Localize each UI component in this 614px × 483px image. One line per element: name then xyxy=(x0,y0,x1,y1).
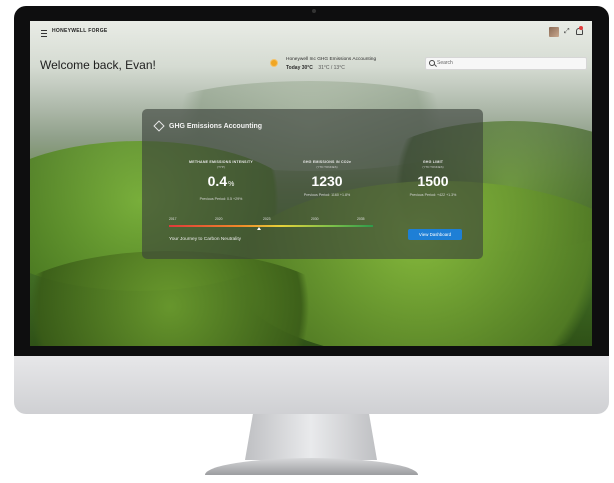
metric-suffix: % xyxy=(228,181,235,188)
metric-ghg-limit: GHG LIMIT (YTD TONNES) 1500 Previous Per… xyxy=(378,160,488,197)
metric-value: 1500 xyxy=(417,173,449,189)
weather-today: Today 30°C 31°C / 13°C xyxy=(286,65,345,71)
sun-icon xyxy=(269,58,279,68)
metric-value: 0.4% xyxy=(166,173,276,193)
metric-label: METHANE EMISSIONS INTENSITY xyxy=(189,160,253,164)
notification-badge xyxy=(579,26,583,30)
metric-previous: Previous Period: +422 +1.3% xyxy=(409,193,457,197)
monitor-stand-neck xyxy=(245,414,377,460)
monitor-stand-base xyxy=(205,458,418,475)
avatar[interactable] xyxy=(549,27,559,37)
expand-icon[interactable]: ⤢ xyxy=(564,28,570,36)
metric-number: 0.4 xyxy=(207,173,228,189)
ghg-card: GHG Emissions Accounting METHANE EMISSIO… xyxy=(142,109,483,259)
metric-previous: Previous Period: 0.5 +29% xyxy=(199,197,243,201)
metric-methane-intensity: METHANE EMISSIONS INTENSITY (TYP) 0.4% P… xyxy=(166,160,276,201)
metric-unit: (TYP) xyxy=(217,165,225,169)
metric-unit: (YTD TONNES) xyxy=(422,165,444,169)
today-temperature: 30°C xyxy=(301,65,313,71)
timeline-years: 2017 2020 2023 2030 2035 xyxy=(169,217,373,222)
webcam xyxy=(312,9,316,13)
screen: HONEYWELL FORGE ⤢ Welcome back, Evan! Ho… xyxy=(30,21,592,346)
top-bar: HONEYWELL FORGE ⤢ xyxy=(30,21,592,43)
metric-label: GHG EMISSIONS IN CO2e xyxy=(302,160,352,164)
metric-ghg-emissions: GHG EMISSIONS IN CO2e (YTD TONNES) 1230 … xyxy=(272,160,382,197)
brand-logo: HONEYWELL FORGE xyxy=(52,28,108,34)
search-icon xyxy=(429,60,435,66)
search-input[interactable]: Search xyxy=(425,57,587,70)
search-placeholder: Search xyxy=(437,60,453,66)
timeline-year: 2017 xyxy=(169,217,177,221)
timeline-year: 2035 xyxy=(357,217,365,221)
today-label: Today xyxy=(286,65,301,71)
timeline-current-marker xyxy=(257,227,261,230)
timeline-year: 2030 xyxy=(311,217,319,221)
timeline-year: 2023 xyxy=(263,217,271,221)
temperature-range: 31°C / 13°C xyxy=(318,65,345,71)
hamburger-menu-icon[interactable] xyxy=(41,30,47,37)
timeline-year: 2020 xyxy=(215,217,223,221)
metric-unit: (YTD TONNES) xyxy=(316,165,338,169)
card-title: GHG Emissions Accounting xyxy=(169,123,263,130)
metric-previous: Previous Period: 1160 +1.8% xyxy=(303,193,351,197)
view-dashboard-button[interactable]: View Dashboard xyxy=(408,229,462,240)
metric-label: GHG LIMIT xyxy=(422,160,444,164)
welcome-heading: Welcome back, Evan! xyxy=(40,58,156,72)
neutrality-timeline: 2017 2020 2023 2030 2035 xyxy=(169,217,373,230)
timeline-gradient-bar xyxy=(169,225,373,227)
emissions-icon xyxy=(154,121,164,131)
weather-title: Honeywell Inc GHG Emissions Accounting xyxy=(286,57,377,62)
monitor-chin xyxy=(14,356,609,414)
timeline-caption: Your Journey to Carbon Neutrality xyxy=(169,237,242,242)
metric-value: 1230 xyxy=(311,173,343,189)
